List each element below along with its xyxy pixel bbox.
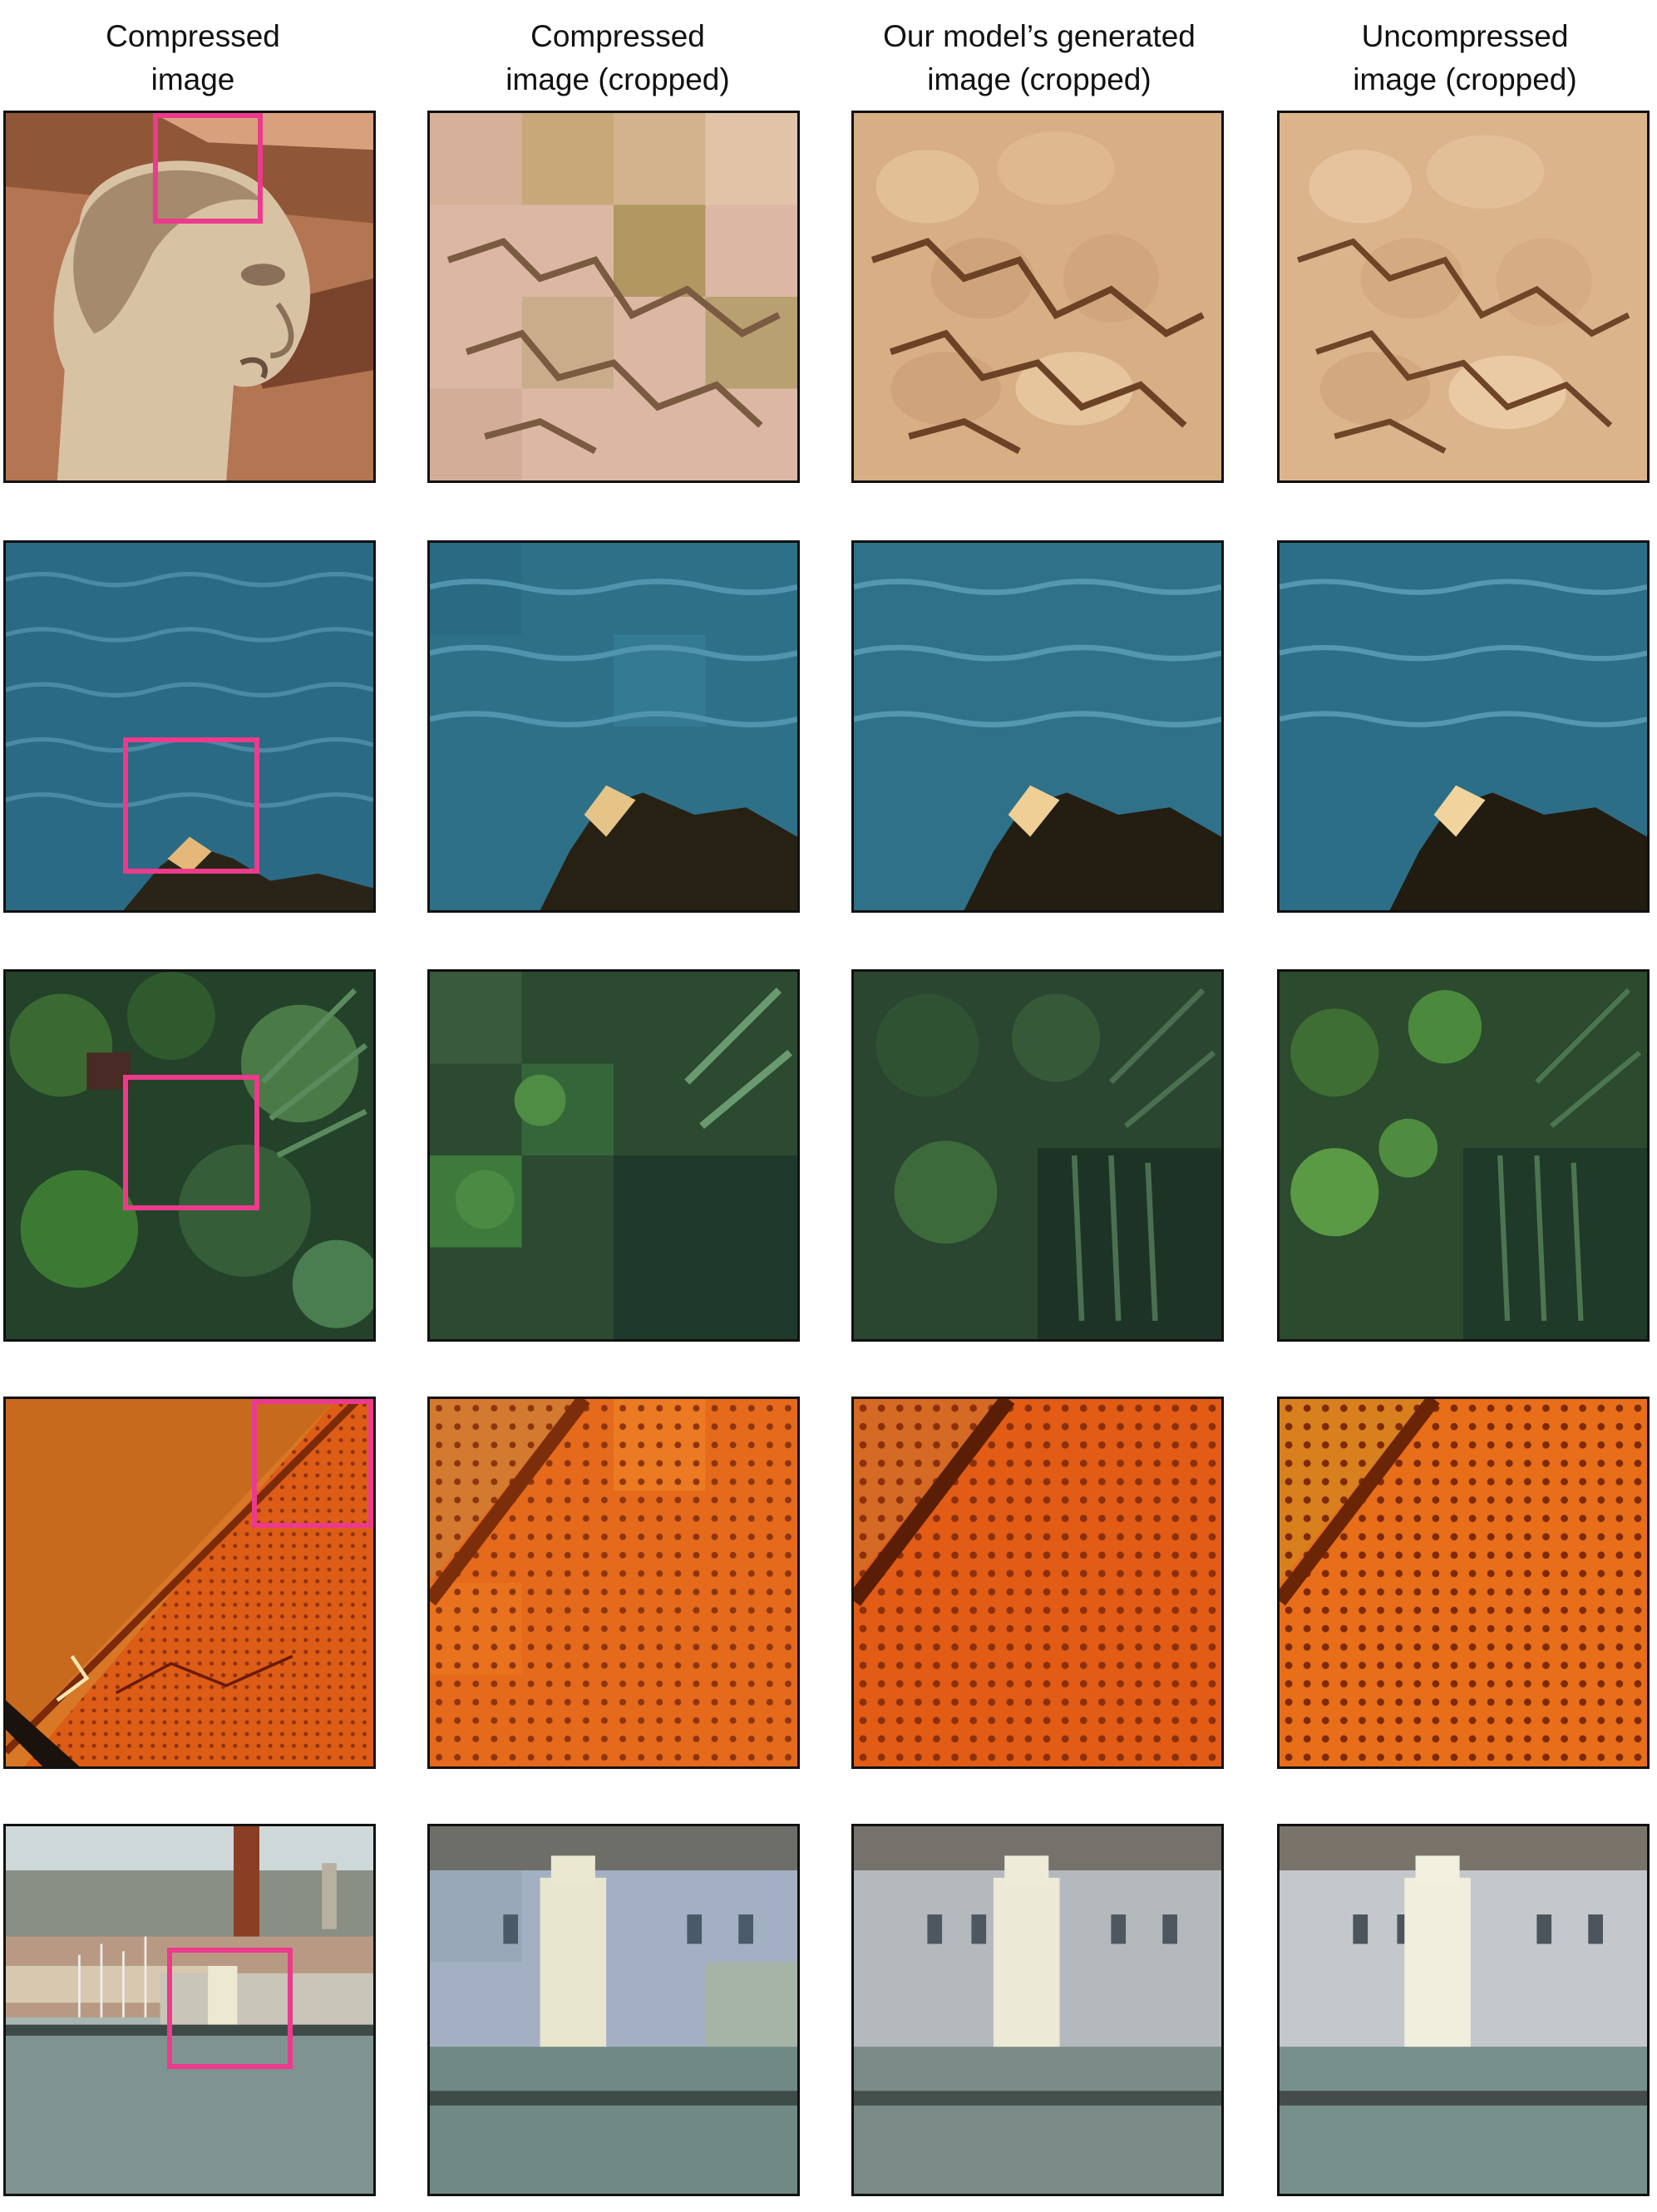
- statue-compressed-image: [3, 111, 376, 483]
- column-header-generated-cropped: Our model’s generated image (cropped): [848, 15, 1230, 101]
- foliage-generated-crop: [851, 969, 1224, 1342]
- orange-uncompressed-crop: [1277, 1397, 1650, 1769]
- orange-generated-crop: [851, 1397, 1224, 1769]
- column-header-compressed-cropped: Compressed image (cropped): [427, 15, 809, 101]
- harbor-generated-crop: [851, 1824, 1224, 2196]
- foliage-compressed-crop: [427, 969, 800, 1342]
- header-line: image (cropped): [1353, 62, 1577, 96]
- header-line: Our model’s generated: [883, 19, 1196, 53]
- harbor-uncompressed-crop: [1277, 1824, 1650, 2196]
- orange-compressed-crop: [427, 1397, 800, 1769]
- column-header-compressed: Compressed image: [2, 15, 384, 101]
- crop-region-highlight: [123, 1074, 259, 1211]
- crop-region-highlight: [167, 1947, 293, 2069]
- column-header-uncompressed-cropped: Uncompressed image (cropped): [1274, 15, 1656, 101]
- header-line: image (cropped): [505, 62, 730, 96]
- statue-uncompressed-crop: [1277, 111, 1650, 483]
- crop-region-highlight: [152, 113, 264, 224]
- crop-region-highlight: [123, 737, 259, 874]
- header-line: image: [150, 62, 235, 96]
- header-line: image (cropped): [927, 62, 1152, 96]
- sea-compressed-crop: [427, 540, 800, 913]
- header-line: Uncompressed: [1361, 19, 1569, 53]
- sea-compressed-image: [3, 540, 376, 913]
- statue-compressed-crop: [427, 111, 800, 483]
- sea-uncompressed-crop: [1277, 540, 1650, 913]
- orange-compressed-image: [3, 1397, 376, 1769]
- harbor-compressed-crop: [427, 1824, 800, 2196]
- sea-generated-crop: [851, 540, 1224, 913]
- crop-region-highlight: [252, 1399, 373, 1528]
- header-line: Compressed: [106, 19, 280, 53]
- statue-generated-crop: [851, 111, 1224, 483]
- foliage-compressed-image: [3, 969, 376, 1342]
- harbor-compressed-image: [3, 1824, 376, 2196]
- foliage-uncompressed-crop: [1277, 969, 1650, 1342]
- header-line: Compressed: [530, 19, 705, 53]
